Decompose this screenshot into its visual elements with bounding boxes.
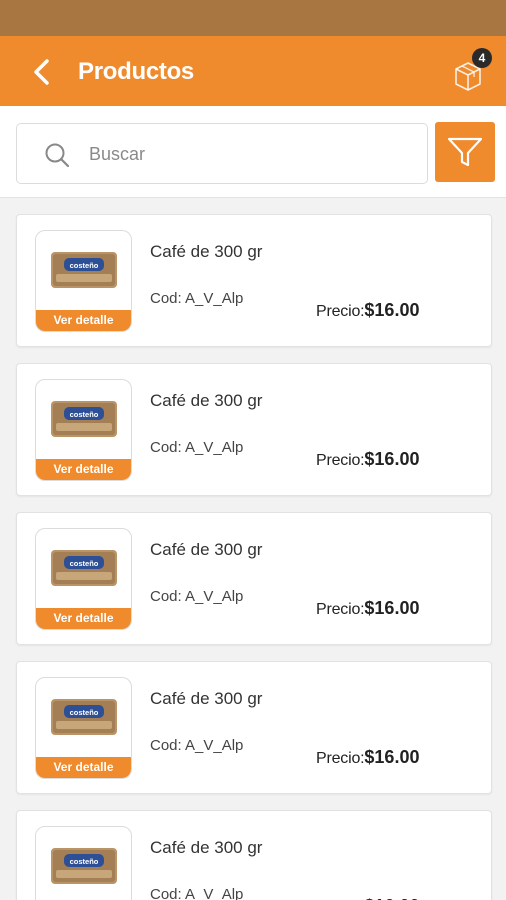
- cart-count-badge: 4: [472, 48, 492, 68]
- price-label: Precio:: [316, 452, 365, 469]
- price-value: $16.00: [364, 449, 420, 469]
- view-detail-button[interactable]: Ver detalle: [36, 459, 131, 480]
- product-name: Café de 300 gr: [150, 838, 263, 857]
- product-card[interactable]: costeño Ver detalle Café de 300 gr Cod: …: [16, 214, 492, 347]
- price-value: $16.00: [364, 300, 420, 320]
- product-name: Café de 300 gr: [150, 242, 263, 261]
- price-label: Precio:: [316, 601, 365, 618]
- product-code: Cod: A_V_Alp: [150, 886, 244, 900]
- price-label: Precio:: [316, 303, 365, 320]
- product-brand-text: costeño: [70, 261, 99, 270]
- cart-button[interactable]: 4: [446, 46, 496, 96]
- product-thumbnail[interactable]: costeño Ver detalle: [35, 379, 132, 481]
- price-label: Precio:: [316, 750, 365, 767]
- search-box[interactable]: [16, 123, 428, 184]
- product-thumbnail[interactable]: costeño Ver detalle: [35, 230, 132, 332]
- app-bar: Productos 4: [0, 36, 506, 106]
- product-thumbnail[interactable]: costeño Ver detalle: [35, 826, 132, 900]
- product-code: Cod: A_V_Alp: [150, 439, 244, 456]
- product-price: Precio:$16.00: [316, 896, 419, 900]
- product-image: costeño: [51, 401, 117, 437]
- product-brand-text: costeño: [70, 708, 99, 717]
- product-price: Precio:$16.00: [316, 300, 419, 321]
- product-card[interactable]: costeño Ver detalle Café de 300 gr Cod: …: [16, 810, 492, 900]
- price-value: $16.00: [364, 747, 420, 767]
- product-image: costeño: [51, 699, 117, 735]
- view-detail-button[interactable]: Ver detalle: [36, 310, 131, 331]
- product-image: costeño: [51, 848, 117, 884]
- product-brand-text: costeño: [70, 559, 99, 568]
- search-area: [0, 106, 506, 198]
- product-price: Precio:$16.00: [316, 598, 419, 619]
- page-title: Productos: [78, 58, 194, 85]
- product-thumbnail[interactable]: costeño Ver detalle: [35, 528, 132, 630]
- product-name: Café de 300 gr: [150, 689, 263, 708]
- status-bar: [0, 0, 506, 36]
- product-code: Cod: A_V_Alp: [150, 737, 244, 754]
- product-name: Café de 300 gr: [150, 540, 263, 559]
- product-brand-text: costeño: [70, 410, 99, 419]
- filter-button[interactable]: [435, 122, 495, 182]
- product-list: costeño Ver detalle Café de 300 gr Cod: …: [0, 198, 506, 900]
- back-arrow-icon: [34, 59, 49, 85]
- product-card[interactable]: costeño Ver detalle Café de 300 gr Cod: …: [16, 363, 492, 496]
- back-button[interactable]: [22, 52, 62, 92]
- product-price: Precio:$16.00: [316, 747, 419, 768]
- search-input[interactable]: [89, 136, 409, 172]
- product-image: costeño: [51, 252, 117, 288]
- search-icon: [45, 143, 70, 168]
- product-code: Cod: A_V_Alp: [150, 588, 244, 605]
- product-card[interactable]: costeño Ver detalle Café de 300 gr Cod: …: [16, 512, 492, 645]
- product-brand-text: costeño: [70, 857, 99, 866]
- product-name: Café de 300 gr: [150, 391, 263, 410]
- product-thumbnail[interactable]: costeño Ver detalle: [35, 677, 132, 779]
- view-detail-button[interactable]: Ver detalle: [36, 757, 131, 778]
- view-detail-button[interactable]: Ver detalle: [36, 608, 131, 629]
- price-value: $16.00: [364, 896, 419, 900]
- filter-icon: [447, 137, 483, 167]
- product-card[interactable]: costeño Ver detalle Café de 300 gr Cod: …: [16, 661, 492, 794]
- product-code: Cod: A_V_Alp: [150, 290, 244, 307]
- price-value: $16.00: [364, 598, 420, 618]
- product-image: costeño: [51, 550, 117, 586]
- product-price: Precio:$16.00: [316, 449, 419, 470]
